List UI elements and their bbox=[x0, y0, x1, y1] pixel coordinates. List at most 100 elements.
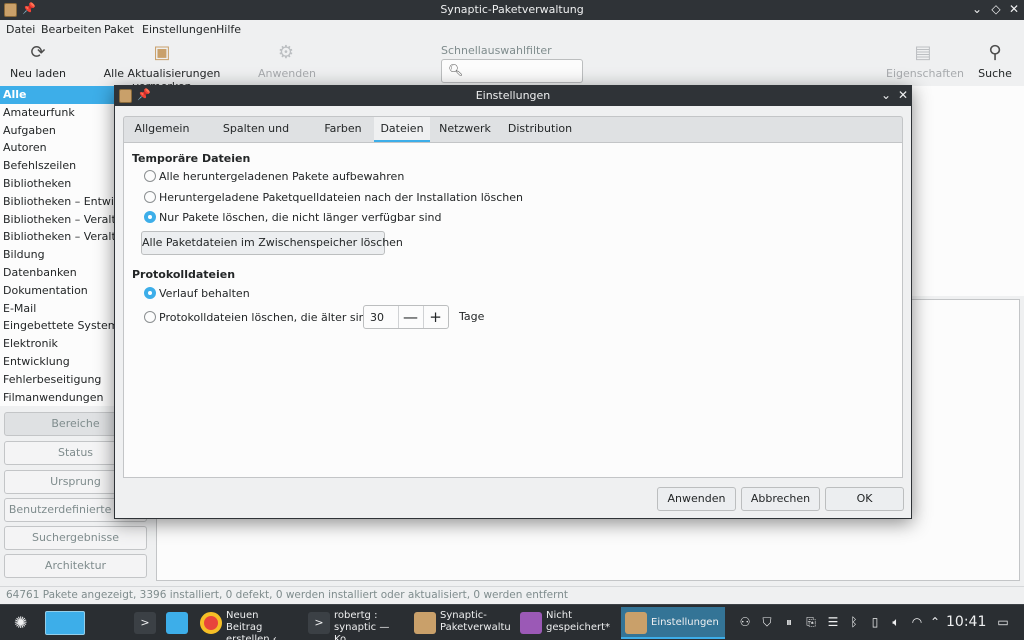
synaptic-app-icon bbox=[414, 612, 436, 634]
close-button[interactable]: ✕ bbox=[1007, 2, 1021, 16]
properties-button[interactable]: ▤ Eigenschaften bbox=[886, 42, 964, 80]
bluetooth-icon[interactable]: ᛒ bbox=[847, 615, 861, 629]
reload-icon: ⟳ bbox=[30, 42, 46, 63]
menu-bearbeiten[interactable]: Bearbeiten bbox=[41, 23, 101, 36]
tab-distribution[interactable]: Distribution bbox=[500, 117, 580, 142]
quickfilter-label: Schnellauswahlfilter bbox=[441, 44, 552, 57]
properties-icon: ▤ bbox=[914, 42, 932, 63]
decrement-button[interactable]: — bbox=[398, 306, 422, 328]
task-synaptic[interactable]: Synaptic- Paketverwaltu... bbox=[410, 607, 514, 639]
toolbar: ⟳ Neu laden ▣ Alle Aktualisierungen vorm… bbox=[0, 40, 1024, 93]
notes-icon[interactable]: ☰ bbox=[826, 615, 840, 629]
task-einstellungen[interactable]: Einstellungen bbox=[621, 607, 725, 639]
main-titlebar: 📌 Synaptic-Paketverwaltung ⌄ ◇ ✕ bbox=[0, 0, 1024, 20]
file-manager-launcher[interactable] bbox=[162, 607, 192, 639]
task-label: robertg : synaptic — Ko... bbox=[334, 610, 390, 640]
menubar: Datei Bearbeiten Paket Einstellungen Hil… bbox=[0, 20, 1024, 40]
minimize-button[interactable]: ⌄ bbox=[970, 2, 984, 16]
dialog-minimize-button[interactable]: ⌄ bbox=[879, 88, 893, 102]
synaptic-app-icon bbox=[625, 612, 647, 634]
menu-hilfe[interactable]: Hilfe bbox=[216, 23, 241, 36]
delete-unavailable-radio[interactable]: Nur Pakete löschen, die nicht länger ver… bbox=[144, 211, 442, 227]
days-value: 30 bbox=[370, 311, 384, 324]
radio-label: Alle heruntergeladenen Pakete aufbewahre… bbox=[159, 170, 405, 183]
gears-icon: ⚙ bbox=[277, 42, 295, 63]
media-pause-icon[interactable]: ⏸ bbox=[782, 615, 796, 630]
apply-label: Anwenden bbox=[258, 67, 316, 80]
virtual-desktop-pager[interactable] bbox=[42, 607, 126, 639]
wifi-icon[interactable]: ◠ bbox=[910, 615, 924, 629]
task-label: Einstellungen bbox=[651, 617, 719, 628]
main-window-title: Synaptic-Paketverwaltung bbox=[440, 3, 584, 16]
statusbar: 64761 Pakete angezeigt, 3396 installiert… bbox=[0, 586, 1024, 604]
menu-datei[interactable]: Datei bbox=[6, 23, 35, 36]
reload-label: Neu laden bbox=[10, 67, 66, 80]
app-launcher-button[interactable]: ✺ bbox=[8, 607, 38, 639]
launcher-icon: ✺ bbox=[14, 613, 28, 632]
temp-files-heading: Temporäre Dateien bbox=[132, 152, 251, 165]
tab-netzwerk[interactable]: Netzwerk bbox=[434, 117, 496, 142]
delete-old-logs-radio[interactable]: Protokolldateien löschen, die älter sind… bbox=[144, 311, 395, 327]
terminal-icon: > bbox=[134, 612, 156, 634]
radio-label: Protokolldateien löschen, die älter sind… bbox=[159, 311, 396, 324]
search-icon: ⚲ bbox=[988, 42, 1002, 63]
log-files-heading: Protokolldateien bbox=[132, 268, 236, 281]
folder-icon bbox=[166, 612, 188, 634]
vpn-icon[interactable]: ⛉ bbox=[760, 615, 774, 630]
radio-label: Nur Pakete löschen, die nicht länger ver… bbox=[159, 211, 442, 224]
search-button[interactable]: ⚲ Suche bbox=[976, 42, 1014, 80]
radio-label: Verlauf behalten bbox=[159, 287, 250, 300]
battery-icon[interactable]: ▯ bbox=[868, 615, 882, 629]
radio-indicator bbox=[144, 311, 156, 323]
task-browser[interactable]: Neuen Beitrag erstellen ‹ Linu... bbox=[196, 607, 300, 640]
dialog-close-button[interactable]: ✕ bbox=[896, 88, 910, 102]
terminal-icon: > bbox=[308, 612, 330, 634]
apply-button[interactable]: ⚙ Anwenden bbox=[258, 42, 316, 80]
clipboard-icon[interactable]: ⎘ bbox=[804, 615, 818, 630]
task-editor[interactable]: Nicht gespeichert* ... bbox=[516, 607, 620, 640]
volume-icon[interactable]: 🔈︎ bbox=[889, 615, 903, 630]
tab-farben[interactable]: Farben bbox=[316, 117, 370, 142]
chrome-icon bbox=[200, 612, 222, 634]
task-konsole[interactable]: > robertg : synaptic — Ko... bbox=[304, 607, 408, 640]
status-text: 64761 Pakete angezeigt, 3396 installiert… bbox=[6, 589, 569, 601]
days-spinbox[interactable]: 30 — + bbox=[363, 305, 449, 329]
radio-indicator bbox=[144, 211, 156, 223]
tab-spalten-und-schriften[interactable]: Spalten und Schriften bbox=[200, 117, 312, 159]
show-desktop-icon[interactable]: ▭ bbox=[996, 615, 1010, 629]
radio-indicator bbox=[144, 191, 156, 203]
dateien-panel: Temporäre Dateien Alle heruntergeladenen… bbox=[123, 142, 903, 478]
pager-desktop-active[interactable] bbox=[45, 611, 85, 635]
keep-all-packages-radio[interactable]: Alle heruntergeladenen Pakete aufbewahre… bbox=[144, 170, 404, 186]
properties-label: Eigenschaften bbox=[886, 67, 964, 80]
terminal-launcher[interactable]: > bbox=[130, 607, 156, 639]
task-label: Nicht gespeichert* ... bbox=[546, 610, 611, 640]
filter-search-results-button[interactable]: Suchergebnisse bbox=[4, 526, 147, 550]
taskbar: ✺ > Neuen Beitrag erstellen ‹ Linu... > … bbox=[0, 604, 1024, 640]
keep-history-radio[interactable]: Verlauf behalten bbox=[144, 287, 250, 303]
dialog-titlebar: 📌 Einstellungen ⌄ ✕ bbox=[115, 86, 911, 106]
task-label: Neuen Beitrag erstellen ‹ Linu... bbox=[226, 610, 277, 640]
reload-button[interactable]: ⟳ Neu laden bbox=[8, 42, 68, 80]
dialog-ok-button[interactable]: OK bbox=[825, 487, 904, 511]
dialog-title: Einstellungen bbox=[475, 89, 551, 102]
filter-architecture-button[interactable]: Architektur bbox=[4, 554, 147, 578]
menu-paket[interactable]: Paket bbox=[104, 23, 134, 36]
clear-cache-button[interactable]: Alle Paketdateien im Zwischenspeicher lö… bbox=[141, 231, 403, 255]
tab-dateien[interactable]: Dateien bbox=[374, 117, 430, 142]
image-editor-icon bbox=[520, 612, 542, 634]
clock[interactable]: 10:41 bbox=[946, 614, 986, 630]
increment-button[interactable]: + bbox=[423, 306, 447, 328]
chevron-up-icon[interactable]: ⌃ bbox=[928, 615, 942, 629]
radio-indicator bbox=[144, 287, 156, 299]
quickfilter-input[interactable]: 🔍︎ bbox=[441, 59, 583, 83]
preferences-dialog: 📌 Einstellungen ⌄ ✕ Allgemein Spalten un… bbox=[114, 85, 912, 519]
maximize-button[interactable]: ◇ bbox=[989, 2, 1003, 16]
network-activity-icon[interactable]: ⚇ bbox=[738, 615, 752, 629]
tab-allgemein[interactable]: Allgemein bbox=[128, 117, 196, 142]
menu-einstellungen[interactable]: Einstellungen bbox=[142, 23, 217, 36]
radio-indicator bbox=[144, 170, 156, 182]
dialog-cancel-button[interactable]: Abbrechen bbox=[741, 487, 820, 511]
dialog-apply-button[interactable]: Anwenden bbox=[657, 487, 736, 511]
delete-after-install-radio[interactable]: Heruntergeladene Paketquelldateien nach … bbox=[144, 191, 523, 207]
